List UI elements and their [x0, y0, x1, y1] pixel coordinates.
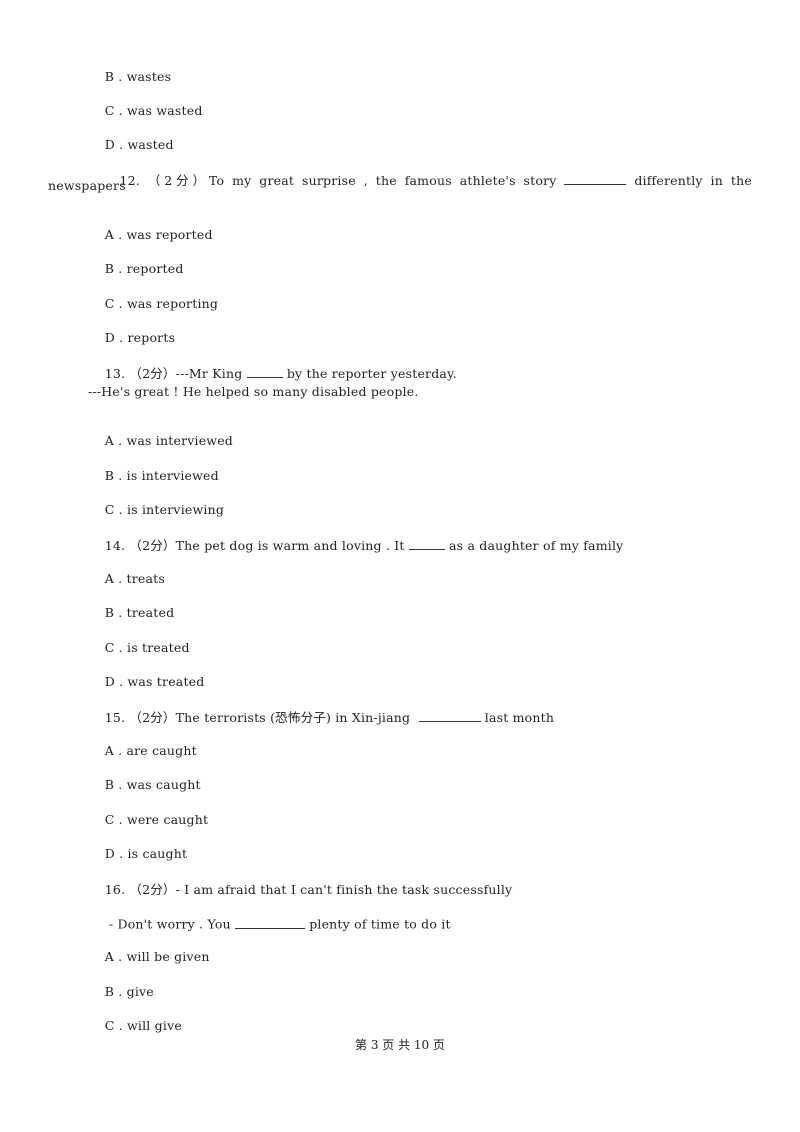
- option-text: will be given: [126, 949, 210, 964]
- option-text: reports: [127, 330, 176, 345]
- option-text: will give: [127, 1018, 182, 1033]
- option-letter: C: [104, 812, 115, 827]
- option-text: is interviewing: [127, 502, 225, 517]
- question-12-stem: 12. （2分）To my great surprise , the famou…: [88, 155, 752, 204]
- option-text: were caught: [127, 812, 209, 827]
- option-letter: D: [104, 846, 115, 861]
- option-text: was reporting: [127, 296, 219, 311]
- question-text: - Don't worry . You: [104, 916, 231, 932]
- question-number: 14.: [104, 538, 126, 553]
- answer-blank[interactable]: [246, 365, 283, 378]
- option-letter: D: [104, 137, 115, 152]
- option-letter: D: [104, 330, 115, 345]
- question-text: ---Mr King: [175, 366, 243, 381]
- option-letter: B: [104, 605, 115, 620]
- question-12-stem-cont: newspapers: [48, 178, 126, 193]
- question-score: （2分）: [129, 538, 176, 553]
- question-13-stem-line2: ---He's great ! He helped so many disabl…: [88, 384, 419, 399]
- option-letter: A: [104, 949, 114, 964]
- option-letter: A: [104, 571, 114, 586]
- option-letter: C: [104, 640, 115, 655]
- option-letter: B: [104, 777, 115, 792]
- option-text: was caught: [126, 777, 201, 792]
- option-text: wastes: [126, 69, 172, 84]
- question-text: differently in the: [634, 173, 752, 188]
- question-text: as a daughter of my family: [449, 538, 624, 553]
- question-number: 13.: [104, 366, 126, 381]
- option-letter: C: [104, 296, 115, 311]
- option-text: is caught: [127, 846, 188, 861]
- option-letter: C: [104, 103, 115, 118]
- question-text: The pet dog is warm and loving . It: [175, 538, 405, 553]
- option-text: treated: [126, 605, 175, 620]
- option-letter: C: [104, 1018, 115, 1033]
- question-text: by the reporter yesterday.: [286, 366, 457, 381]
- option-letter: A: [104, 227, 114, 242]
- option-text: was treated: [127, 674, 205, 689]
- option-text: was wasted: [127, 103, 203, 118]
- question-14-stem: 14. （2分）The pet dog is warm and loving .…: [88, 520, 624, 569]
- question-text: plenty of time to do it: [309, 916, 451, 932]
- answer-blank[interactable]: [564, 172, 627, 185]
- answer-blank[interactable]: [418, 709, 481, 722]
- answer-blank[interactable]: [408, 537, 445, 550]
- question-number: 15.: [104, 710, 126, 725]
- option-letter: D: [104, 674, 115, 689]
- option-text: reported: [126, 261, 184, 276]
- question-text: - I am afraid that I can't finish the ta…: [175, 882, 513, 897]
- option-text: is interviewed: [126, 468, 219, 483]
- option-letter: A: [104, 433, 114, 448]
- question-score: （2分）: [129, 882, 176, 897]
- question-number: 16.: [104, 882, 126, 897]
- question-score: （2分）: [129, 710, 176, 725]
- option-text: is treated: [127, 640, 190, 655]
- page-footer: 第 3 页 共 10 页: [355, 1038, 445, 1052]
- option-letter: C: [104, 502, 115, 517]
- question-score: （2分）: [129, 366, 176, 381]
- question-score: （2分）: [147, 173, 209, 188]
- answer-blank[interactable]: [235, 915, 305, 929]
- option-text: treats: [126, 571, 165, 586]
- option-letter: B: [104, 984, 115, 999]
- question-text: last month: [484, 710, 555, 725]
- option-text: was reported: [126, 227, 213, 242]
- option-text: wasted: [127, 137, 174, 152]
- option-letter: B: [104, 468, 115, 483]
- option-letter: A: [104, 743, 114, 758]
- option-letter: B: [104, 69, 115, 84]
- question-text: The terrorists (恐怖分子) in Xin-jiang: [175, 710, 415, 725]
- option-letter: B: [104, 261, 115, 276]
- question-text: To my great surprise , the famous athlet…: [208, 173, 557, 188]
- option-text: are caught: [126, 743, 197, 758]
- document-page: B . wastes C . was wasted D . wasted 12.…: [0, 0, 800, 1132]
- option-text: give: [126, 984, 154, 999]
- option-text: was interviewed: [126, 433, 234, 448]
